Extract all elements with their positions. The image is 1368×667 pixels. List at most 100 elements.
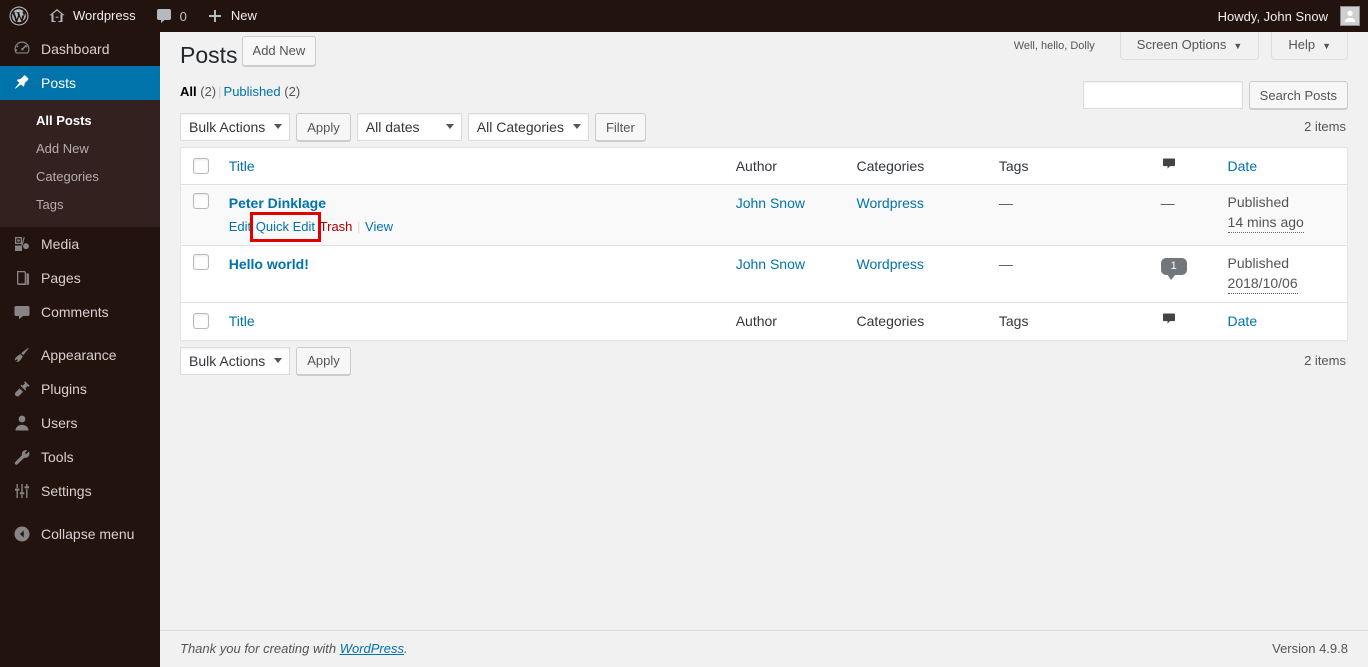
sidebar-item-plugins[interactable]: Plugins: [0, 372, 160, 406]
table-footer-row: Title Author Categories Tags Date: [181, 302, 1347, 339]
row-author-cell: John Snow: [725, 245, 847, 302]
view-all[interactable]: All (2): [180, 84, 216, 99]
column-footer-date[interactable]: Date: [1217, 302, 1347, 339]
category-link[interactable]: Wordpress: [857, 195, 924, 211]
sidebar-subitem-tags[interactable]: Tags: [0, 191, 160, 219]
bulk-actions-select-bottom[interactable]: Bulk Actions: [180, 346, 291, 375]
sidebar-item-label: Users: [41, 415, 78, 431]
column-header-author: Author: [725, 148, 847, 186]
bulk-actions-select-top[interactable]: Bulk Actions: [180, 113, 291, 141]
table-row: Peter Dinklage Edit Quick Edit Trash | V…: [181, 185, 1347, 246]
post-date: Published 2018/10/06: [1227, 254, 1337, 295]
comment-bubble-icon: [12, 302, 32, 322]
sidebar-item-label: Tools: [41, 449, 74, 465]
admin-bar-left: Wordpress 0 New: [0, 0, 266, 32]
site-name-menu[interactable]: Wordpress: [38, 0, 145, 32]
comments-value: —: [1160, 195, 1175, 212]
tablenav-bottom: Bulk Actions Apply 2 items: [180, 346, 1348, 377]
sidebar-item-dashboard[interactable]: Dashboard: [0, 32, 160, 66]
column-footer-title[interactable]: Title: [218, 302, 726, 339]
admin-footer: Thank you for creating with WordPress. V…: [160, 630, 1368, 667]
pin-icon: [12, 73, 32, 93]
sidebar-item-pages[interactable]: Pages: [0, 261, 160, 295]
trash-link[interactable]: Trash: [320, 219, 353, 234]
chevron-down-icon: ▼: [1233, 40, 1243, 51]
select-all-checkbox-bottom[interactable]: [193, 313, 209, 330]
screen-options-button[interactable]: Screen Options ▼: [1119, 32, 1260, 60]
comment-bubble-icon: [154, 6, 174, 26]
sidebar-subitem-label: All Posts: [36, 113, 92, 128]
column-header-title[interactable]: Title: [218, 148, 726, 186]
post-title-link[interactable]: Peter Dinklage: [229, 193, 326, 214]
sidebar-item-posts[interactable]: Posts: [0, 66, 168, 100]
comment-bubble-icon: [1161, 156, 1177, 172]
view-all-count: (2): [200, 84, 217, 99]
my-account-menu[interactable]: Howdy, John Snow: [1209, 0, 1368, 32]
dashboard-gauge-icon: [12, 39, 32, 59]
home-icon: [47, 6, 67, 26]
comments-menu[interactable]: 0: [145, 0, 196, 32]
sidebar-subitem-add-new[interactable]: Add New: [0, 135, 160, 163]
sort-date-link-bottom[interactable]: Date: [1228, 313, 1258, 329]
plus-icon: [205, 6, 225, 26]
edit-link[interactable]: Edit: [229, 219, 251, 234]
row-checkbox[interactable]: [193, 193, 209, 210]
help-button[interactable]: Help ▼: [1271, 32, 1348, 60]
row-checkbox[interactable]: [193, 254, 209, 271]
date-filter-selected-label: All dates: [365, 119, 420, 135]
author-link[interactable]: John Snow: [736, 256, 805, 272]
sidebar-item-label: Dashboard: [41, 41, 110, 57]
author-link[interactable]: John Snow: [736, 195, 805, 211]
sort-title-link-bottom[interactable]: Title: [229, 313, 255, 329]
sidebar-subitem-all-posts[interactable]: All Posts: [0, 107, 160, 135]
column-header-date[interactable]: Date: [1217, 148, 1347, 186]
view-all-link[interactable]: All: [180, 84, 197, 99]
row-action-quick-edit[interactable]: Quick Edit: [249, 212, 322, 243]
wordpress-link[interactable]: WordPress: [340, 641, 404, 656]
filter-button[interactable]: Filter: [594, 113, 646, 141]
column-header-categories: Categories: [846, 148, 989, 186]
hello-dolly-lyric: Well, hello, Dolly: [1013, 40, 1095, 52]
row-comments-cell: 1: [1150, 245, 1218, 302]
menu-separator: [0, 508, 160, 517]
main-content: Well, hello, Dolly Screen Options ▼ Help…: [160, 32, 1368, 667]
row-action-edit[interactable]: Edit: [229, 217, 251, 237]
view-published[interactable]: Published (2): [224, 84, 301, 99]
comment-count-badge[interactable]: 1: [1160, 258, 1187, 281]
apply-button-top[interactable]: Apply: [296, 113, 351, 141]
view-published-link[interactable]: Published: [224, 84, 281, 99]
post-date-status: Published: [1227, 255, 1290, 272]
sidebar-item-users[interactable]: Users: [0, 406, 160, 440]
sidebar-item-settings[interactable]: Settings: [0, 474, 160, 508]
category-link[interactable]: Wordpress: [857, 256, 924, 272]
bulk-actions-selected-label: Bulk Actions: [189, 119, 266, 135]
apply-button-bottom[interactable]: Apply: [296, 346, 351, 375]
new-content-menu[interactable]: New: [196, 0, 266, 32]
sidebar-item-media[interactable]: Media: [0, 227, 160, 261]
sidebar-item-comments[interactable]: Comments: [0, 295, 160, 329]
search-posts-button[interactable]: Search Posts: [1248, 81, 1348, 109]
quick-edit-link[interactable]: Quick Edit: [256, 219, 315, 234]
add-new-button[interactable]: Add New: [241, 36, 317, 66]
displaying-num-top: 2 items: [1304, 119, 1346, 134]
sort-date-link[interactable]: Date: [1228, 158, 1258, 174]
row-action-trash[interactable]: Trash: [320, 217, 353, 237]
wp-logo-menu[interactable]: [0, 0, 38, 32]
sidebar-item-collapse-menu[interactable]: Collapse menu: [0, 517, 160, 551]
sidebar-item-label: Settings: [41, 483, 92, 499]
sidebar-item-appearance[interactable]: Appearance: [0, 338, 160, 372]
select-all-checkbox-top[interactable]: [193, 158, 209, 175]
category-filter-select[interactable]: All Categories: [467, 113, 589, 141]
search-input[interactable]: [1082, 81, 1243, 109]
post-title-link[interactable]: Hello world!: [229, 254, 309, 275]
date-filter-select[interactable]: All dates: [356, 113, 462, 141]
comments-count: 0: [179, 8, 187, 24]
row-action-view[interactable]: View: [365, 217, 393, 237]
view-link[interactable]: View: [365, 219, 393, 234]
chevron-down-icon: [445, 124, 454, 129]
sidebar-item-tools[interactable]: Tools: [0, 440, 160, 474]
row-comments-cell: —: [1150, 185, 1218, 246]
sidebar-subitem-categories[interactable]: Categories: [0, 163, 160, 191]
sort-title-link[interactable]: Title: [229, 158, 255, 174]
row-tags-cell: —: [988, 185, 1151, 246]
